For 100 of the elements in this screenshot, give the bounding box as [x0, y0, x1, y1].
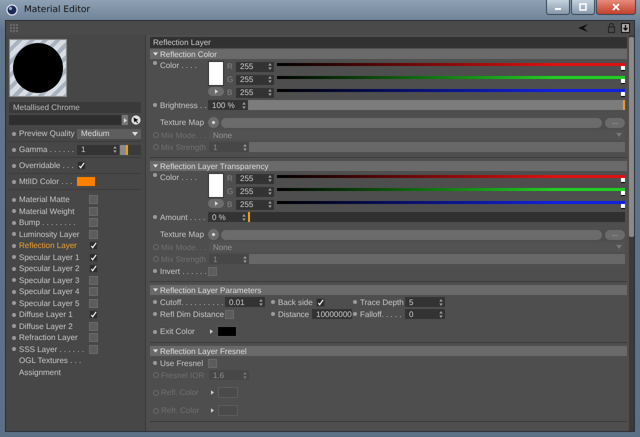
channel-item[interactable]: Specular Layer 5	[19, 298, 89, 308]
channel-item[interactable]: Reflection Layer	[19, 241, 89, 250]
channel-item[interactable]: Specular Layer 3	[19, 276, 89, 285]
channel-item[interactable]: Refraction Layer	[19, 333, 89, 342]
section-header[interactable]: Reflection Layer Fresnel	[150, 346, 627, 356]
texture-field[interactable]	[221, 230, 602, 240]
add-texture-button[interactable]	[208, 117, 219, 128]
slider-handle[interactable]	[621, 204, 625, 208]
value-field[interactable]: 100 %	[208, 100, 248, 110]
scrollbar[interactable]	[629, 35, 634, 431]
checkbox[interactable]	[89, 287, 98, 296]
checkbox[interactable]	[89, 310, 98, 320]
slider-handle[interactable]	[621, 92, 625, 96]
slider-handle[interactable]	[621, 66, 625, 70]
color-gradient-bar[interactable]	[277, 174, 625, 178]
expand-button[interactable]	[208, 87, 224, 96]
spinner-icon[interactable]	[268, 188, 272, 195]
checkbox[interactable]	[316, 298, 325, 306]
channel-item[interactable]: Assignment	[19, 368, 89, 377]
preview-quality-dropdown[interactable]: Medium	[77, 128, 141, 138]
box-arrow-icon[interactable]	[621, 23, 630, 33]
channel-item[interactable]: Material Weight	[19, 206, 89, 216]
value-field[interactable]: 0 %	[208, 212, 248, 222]
slider-handle[interactable]	[621, 190, 625, 196]
channel-item[interactable]: OGL Textures . . .	[19, 356, 89, 366]
channel-value-field[interactable]: 255	[236, 88, 274, 98]
value-field[interactable]: 5	[405, 297, 445, 307]
channel-item[interactable]: Specular Layer 2	[19, 264, 89, 274]
channel-value-field[interactable]: 255	[236, 174, 274, 184]
channel-item[interactable]: Diffuse Layer 2	[19, 322, 89, 331]
triangle-right-icon[interactable]	[210, 329, 213, 334]
checkbox[interactable]	[89, 241, 98, 250]
value-field[interactable]: 0.01	[225, 297, 265, 307]
section-header[interactable]: Reflection Layer Transparency	[150, 161, 627, 171]
color-gradient-bar[interactable]	[277, 88, 625, 92]
checkbox[interactable]	[89, 218, 98, 228]
channel-item[interactable]: SSS Layer . . . . . .	[19, 344, 89, 354]
texture-field[interactable]	[221, 118, 602, 128]
checkbox[interactable]	[89, 230, 98, 239]
channel-item[interactable]: Specular Layer 1	[19, 252, 89, 262]
channel-item[interactable]: Bump . . . . . . . .	[19, 218, 89, 228]
gamma-slider[interactable]	[120, 144, 141, 154]
color-swatch[interactable]	[77, 177, 95, 186]
maximize-button[interactable]	[571, 0, 595, 15]
checkbox[interactable]	[89, 206, 98, 216]
spinner-icon[interactable]	[242, 102, 246, 108]
spinner-icon[interactable]	[242, 214, 246, 220]
color-gradient-bar[interactable]	[277, 62, 625, 66]
slider-handle[interactable]	[621, 78, 625, 84]
spinner-icon[interactable]	[268, 201, 272, 208]
minimize-button[interactable]	[546, 0, 570, 15]
spinner-icon[interactable]	[439, 298, 443, 306]
channel-value-field[interactable]: 255	[236, 200, 274, 210]
triangle-right-icon[interactable]	[211, 390, 214, 395]
color-swatch[interactable]	[208, 61, 224, 86]
checkbox[interactable]	[225, 310, 234, 318]
material-name-field[interactable]: Metallised Chrome	[9, 102, 141, 113]
checkbox[interactable]	[89, 322, 98, 331]
grip-icon[interactable]	[10, 24, 18, 32]
value-field[interactable]: 0	[405, 309, 445, 319]
close-button[interactable]	[596, 0, 636, 15]
checkbox[interactable]	[89, 252, 98, 262]
spinner-icon[interactable]	[268, 175, 272, 182]
spinner-icon[interactable]	[259, 298, 263, 306]
channel-value-field[interactable]: 255	[236, 62, 274, 72]
spinner-icon[interactable]	[268, 76, 272, 83]
slider-handle[interactable]	[621, 178, 625, 182]
expand-button[interactable]	[208, 199, 224, 208]
channel-item[interactable]: Diffuse Layer 1	[19, 310, 89, 320]
checkbox[interactable]	[89, 333, 98, 342]
checkbox[interactable]	[89, 276, 98, 285]
checkbox[interactable]	[208, 358, 217, 368]
channel-value-field[interactable]: 255	[236, 186, 274, 196]
channel-item[interactable]: Specular Layer 4	[19, 287, 89, 296]
color-swatch[interactable]	[208, 173, 224, 198]
spinner-icon[interactable]	[268, 89, 272, 96]
spinner-icon[interactable]	[439, 310, 443, 318]
spinner-icon[interactable]	[268, 63, 272, 70]
gamma-field[interactable]: 1	[77, 144, 119, 154]
channel-item[interactable]: Material Matte	[19, 195, 89, 204]
link-field[interactable]	[9, 115, 121, 125]
triangle-right-icon[interactable]	[211, 408, 214, 413]
checkbox[interactable]	[208, 266, 217, 276]
slider-handle[interactable]	[623, 100, 625, 110]
channel-item[interactable]: Luminosity Layer	[19, 230, 89, 239]
color-swatch[interactable]	[217, 326, 237, 337]
checkbox[interactable]	[89, 298, 98, 308]
add-texture-button[interactable]	[208, 229, 219, 240]
value-field[interactable]: 10000000	[312, 309, 352, 319]
checkbox[interactable]	[89, 195, 98, 204]
spinner-icon[interactable]	[113, 146, 117, 153]
checkbox[interactable]	[89, 344, 98, 354]
cursor-icon[interactable]	[131, 115, 141, 125]
checkbox[interactable]	[77, 161, 86, 170]
color-gradient-bar[interactable]	[277, 76, 625, 78]
channel-value-field[interactable]: 255	[236, 74, 274, 84]
slider-handle[interactable]	[248, 212, 250, 222]
section-header[interactable]: Reflection Layer Parameters	[150, 285, 627, 295]
color-gradient-bar[interactable]	[277, 200, 625, 204]
color-gradient-bar[interactable]	[277, 188, 625, 190]
